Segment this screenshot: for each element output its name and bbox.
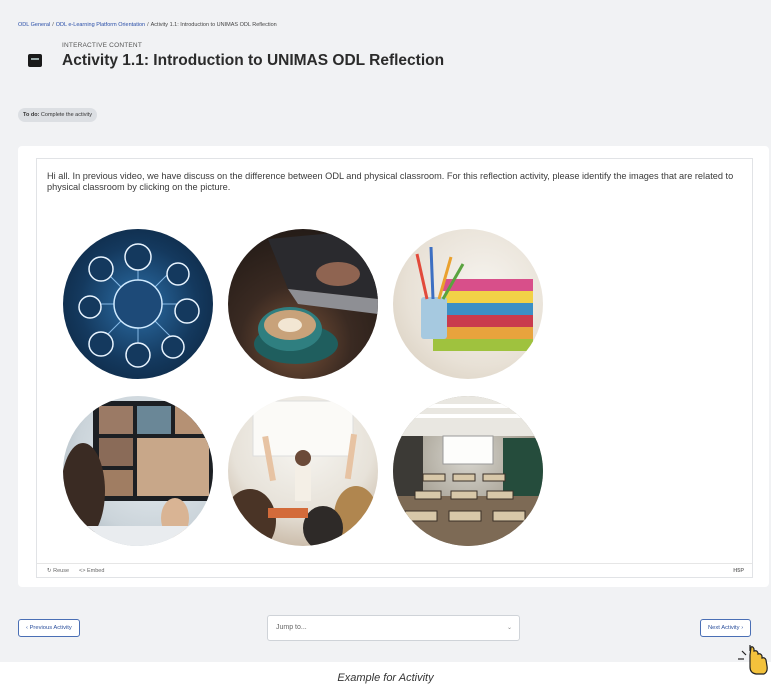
network-tech-image[interactable] — [63, 229, 213, 379]
embed-button[interactable]: <> Embed — [79, 564, 104, 578]
reuse-label: Reuse — [53, 568, 70, 574]
h5p-activity-icon — [28, 54, 42, 67]
activity-instructions: Hi all. In previous video, we have discu… — [47, 171, 734, 192]
chevron-down-icon: ⌄ — [506, 625, 512, 631]
chevron-right-icon: › — [741, 625, 744, 631]
breadcrumb: ODL General / ODL e-Learning Platform Orie… — [18, 22, 277, 28]
h5p-footer: ↻ Reuse <> Embed H5P — [37, 563, 752, 577]
empty-classroom-image[interactable] — [393, 396, 543, 546]
page-title: Activity 1.1: Introduction to UNIMAS ODL… — [62, 52, 445, 69]
embed-label: Embed — [86, 568, 105, 574]
todo-badge: To do: Complete the activity — [18, 108, 97, 122]
jump-to-select[interactable]: Jump to... ⌄ — [267, 615, 520, 641]
h5p-logo[interactable]: H5P — [733, 564, 744, 578]
video-call-image[interactable] — [63, 396, 213, 546]
coffee-laptop-image[interactable] — [228, 229, 378, 379]
jump-to-value: Jump to... — [276, 624, 307, 631]
chevron-left-icon: ‹ — [26, 625, 28, 631]
embed-icon: <> — [79, 568, 86, 574]
h5p-content-frame: Hi all. In previous video, we have discu… — [36, 158, 753, 578]
next-activity-label: Next Activity — [708, 625, 740, 631]
reuse-icon: ↻ — [47, 568, 52, 574]
classroom-hands-image[interactable] — [228, 396, 378, 546]
previous-activity-button[interactable]: ‹ Previous Activity — [18, 619, 80, 637]
figure-caption: Example for Activity — [337, 672, 434, 684]
next-activity-button[interactable]: Next Activity › — [700, 619, 752, 637]
activity-card: Hi all. In previous video, we have discu… — [18, 146, 769, 587]
previous-activity-label: Previous Activity — [29, 625, 72, 631]
breadcrumb-section-link[interactable]: ODL e-Learning Platform Orientation — [56, 22, 145, 28]
books-pencils-image[interactable] — [393, 229, 543, 379]
reuse-button[interactable]: ↻ Reuse — [47, 564, 69, 578]
breadcrumb-course-link[interactable]: ODL General — [18, 22, 50, 28]
todo-label: To do: — [23, 112, 40, 118]
todo-text: Complete the activity — [40, 112, 92, 118]
breadcrumb-current: Activity 1.1: Introduction to UNIMAS ODL… — [150, 22, 277, 28]
activity-type-label: INTERACTIVE CONTENT — [62, 42, 142, 49]
